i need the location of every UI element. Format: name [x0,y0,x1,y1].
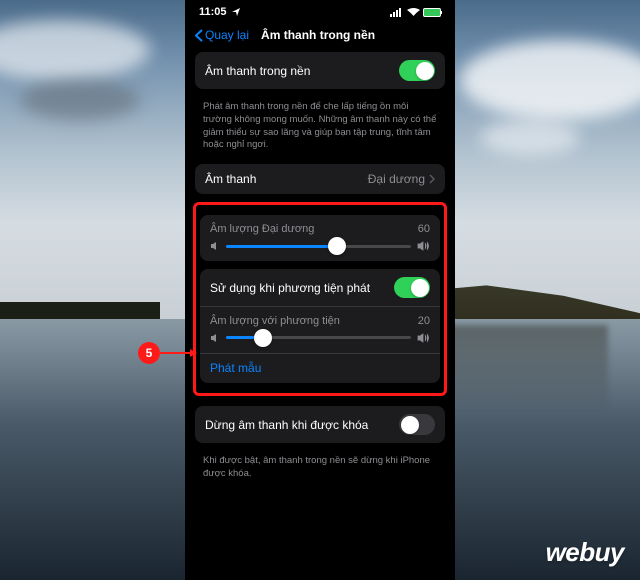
annotation-arrow [160,352,196,354]
media-toggle-label: Sử dụng khi phương tiện phát [210,281,370,295]
play-sample-button[interactable]: Phát mẫu [200,353,440,383]
lock-toggle[interactable] [399,414,435,435]
lock-label: Dừng âm thanh khi được khóa [205,418,368,432]
annotation-badge: 5 [138,342,160,364]
volume-label: Âm lượng Đại dương [210,223,314,235]
sound-row[interactable]: Âm thanh Đại dương [195,164,445,194]
media-volume-label: Âm lượng với phương tiện [210,315,340,327]
media-toggle[interactable] [394,277,430,298]
signal-icon [390,8,404,17]
chevron-right-icon [429,174,435,184]
volume-low-icon [210,333,220,343]
volume-low-icon [210,241,220,251]
media-volume-value: 20 [418,315,430,327]
lock-footer: Khi được bật, âm thanh trong nền sẽ dừng… [185,451,455,493]
media-group: Sử dụng khi phương tiện phát Âm lượng vớ… [200,269,440,383]
status-bar: 11:05 [185,0,455,22]
media-volume-slider[interactable] [226,336,411,339]
volume-group: Âm lượng Đại dương 60 [200,215,440,261]
phone-frame: 11:05 Quay lại Âm thanh trong nền Âm tha… [185,0,455,580]
annotation-callout: 5 [138,342,196,364]
lock-row[interactable]: Dừng âm thanh khi được khóa [195,406,445,443]
volume-value: 60 [418,223,430,235]
back-button[interactable]: Quay lại [195,28,249,42]
sound-value: Đại dương [368,172,425,186]
nav-bar: Quay lại Âm thanh trong nền [185,22,455,52]
battery-icon [423,8,441,17]
location-icon [231,7,241,17]
sound-label: Âm thanh [205,172,256,186]
chevron-left-icon [195,29,203,42]
back-label: Quay lại [205,28,249,42]
page-title: Âm thanh trong nền [261,28,375,42]
wifi-icon [407,8,420,17]
lock-group: Dừng âm thanh khi được khóa [195,406,445,443]
volume-high-icon [417,241,430,251]
status-time: 11:05 [199,6,227,18]
volume-slider[interactable] [226,245,411,248]
background-sound-toggle-group: Âm thanh trong nền [195,52,445,89]
background-sound-toggle[interactable] [399,60,435,81]
watermark: webuy [546,537,624,568]
background-sound-row[interactable]: Âm thanh trong nền [195,52,445,89]
highlighted-section: Âm lượng Đại dương 60 Sử dụng khi phương… [193,202,447,396]
background-sound-footer: Phát âm thanh trong nền để che lấp tiếng… [185,97,455,164]
toggle-label: Âm thanh trong nền [205,64,310,78]
volume-high-icon [417,333,430,343]
media-toggle-row[interactable]: Sử dụng khi phương tiện phát [200,269,440,306]
sound-select-group: Âm thanh Đại dương [195,164,445,194]
